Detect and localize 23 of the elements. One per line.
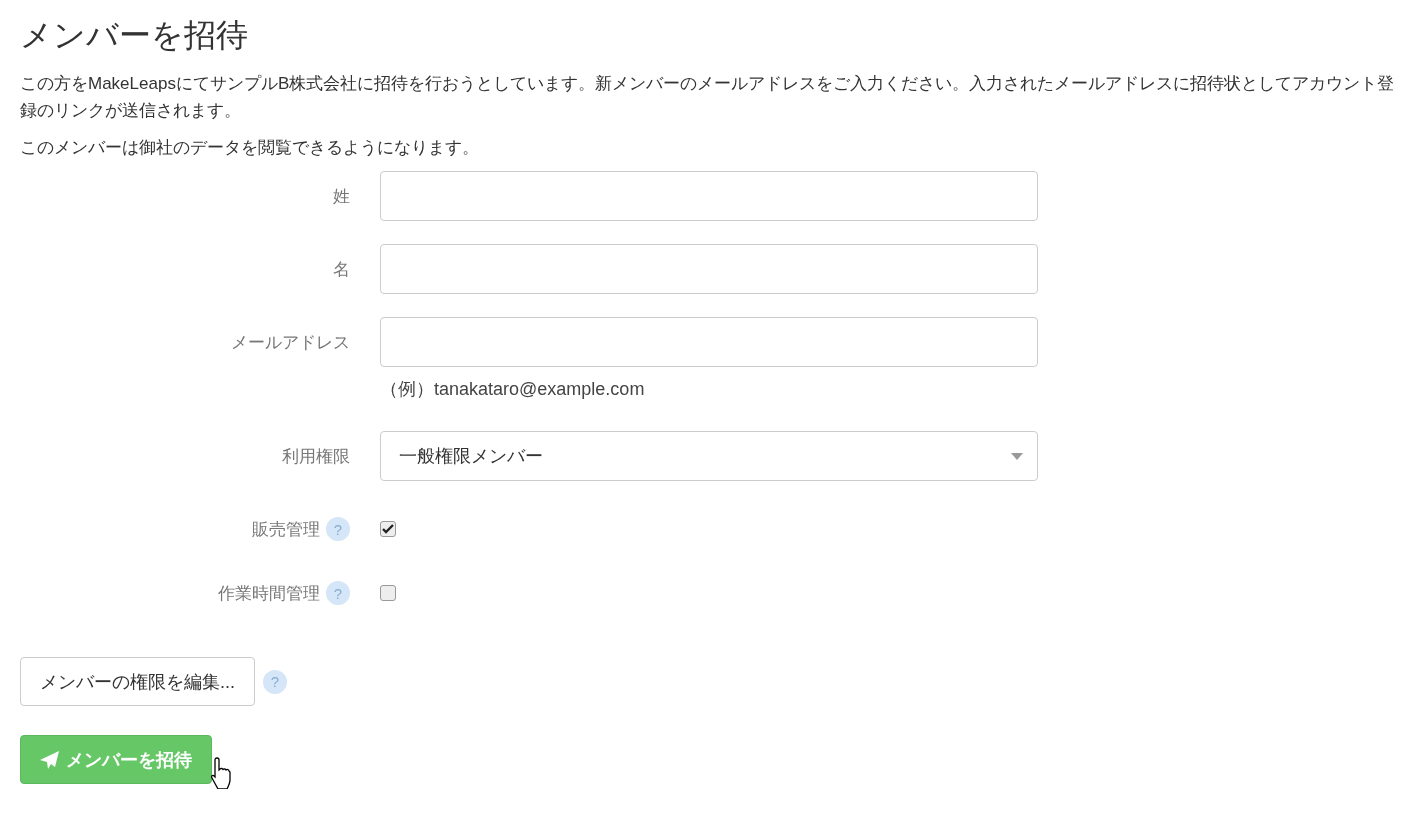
- page-title: メンバーを招待: [20, 16, 249, 55]
- dropdown-caret-icon: [1011, 452, 1023, 460]
- field-hint: （例）tanakataro@example.com: [380, 378, 646, 401]
- field-label: 利用権限: [282, 445, 350, 468]
- help-icon[interactable]: ?: [326, 517, 350, 541]
- field-label: 作業時間管理: [218, 582, 320, 605]
- role-select[interactable]: 一般権限メンバー: [380, 431, 1038, 481]
- intro-text: このメンバーは御社のデータを閲覧できるようになります。: [20, 137, 480, 159]
- help-icon[interactable]: ?: [326, 581, 350, 605]
- intro-text: この方をMakeLeapsにてサンプルB株式会社に招待を行おうとしています。新メンバーのメールアドレスをご入力ください。入力されたメールアドレスに招待状としてアカウント登録のリンクが送信されます。: [20, 73, 1396, 122]
- paper-plane-icon: [40, 750, 60, 769]
- checkbox[interactable]: [380, 585, 396, 601]
- field-label: 姓: [333, 185, 350, 208]
- field-label: 名: [333, 258, 350, 281]
- field-label: メールアドレス: [231, 331, 350, 354]
- field-label: 販売管理: [252, 518, 320, 541]
- edit-permissions-button[interactable]: メンバーの権限を編集...: [20, 657, 255, 706]
- checkbox[interactable]: [380, 521, 396, 537]
- text-field[interactable]: [380, 317, 1038, 367]
- text-field[interactable]: [380, 171, 1038, 221]
- help-icon[interactable]: ?: [263, 669, 287, 694]
- invite-button[interactable]: メンバーを招待: [20, 735, 212, 784]
- text-field[interactable]: [380, 244, 1038, 294]
